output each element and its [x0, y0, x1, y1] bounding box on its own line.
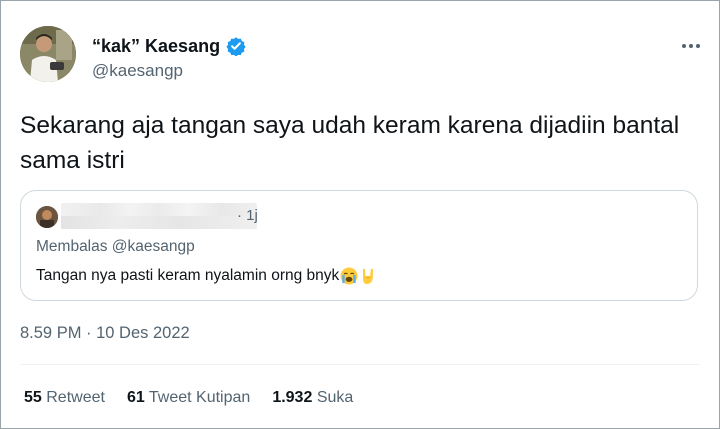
quoted-text: Tangan nya pasti keram nyalamin orng bny…	[36, 267, 340, 284]
quote-tweets-count: 61	[126, 389, 145, 406]
retweets-stat[interactable]: 55 Retweet	[24, 389, 105, 407]
tweet-stats: 55 Retweet 61 Tweet Kutipan 1.932 Suka	[24, 389, 353, 407]
author-name-row: “kak” Kaesang	[92, 34, 246, 58]
author-handle[interactable]: @kaesangp	[92, 61, 183, 81]
blurred-username	[61, 203, 257, 229]
quoted-tweet[interactable]: · 1j Membalas @kaesangp Tangan nya pasti…	[20, 190, 698, 301]
quote-tweets-label: Tweet Kutipan	[148, 389, 251, 406]
retweets-count: 55	[24, 389, 42, 406]
author-avatar[interactable]	[20, 26, 76, 82]
quoted-author-avatar	[36, 206, 58, 228]
quoted-time: · 1j	[237, 207, 258, 224]
retweets-label: Retweet	[46, 389, 105, 406]
likes-stat[interactable]: 1.932 Suka	[272, 389, 353, 407]
tweet-text: Sekarang aja tangan saya udah keram kare…	[20, 112, 680, 174]
quoted-text-row: Tangan nya pasti keram nyalamin orng bny…	[36, 267, 377, 285]
replying-to: Membalas @kaesangp	[36, 238, 195, 255]
sign-of-the-horns-icon	[359, 267, 377, 285]
more-horizontal-icon[interactable]	[678, 36, 704, 56]
author-name[interactable]: “kak” Kaesang	[92, 36, 220, 57]
divider	[20, 364, 700, 365]
likes-label: Suka	[316, 389, 354, 406]
tweet-timestamp[interactable]: 8.59 PM · 10 Des 2022	[20, 324, 190, 343]
quote-tweets-stat[interactable]: 61 Tweet Kutipan	[127, 389, 250, 407]
verified-badge-icon	[226, 36, 246, 57]
loudly-crying-face-icon	[340, 267, 358, 285]
likes-count: 1.932	[272, 389, 313, 406]
